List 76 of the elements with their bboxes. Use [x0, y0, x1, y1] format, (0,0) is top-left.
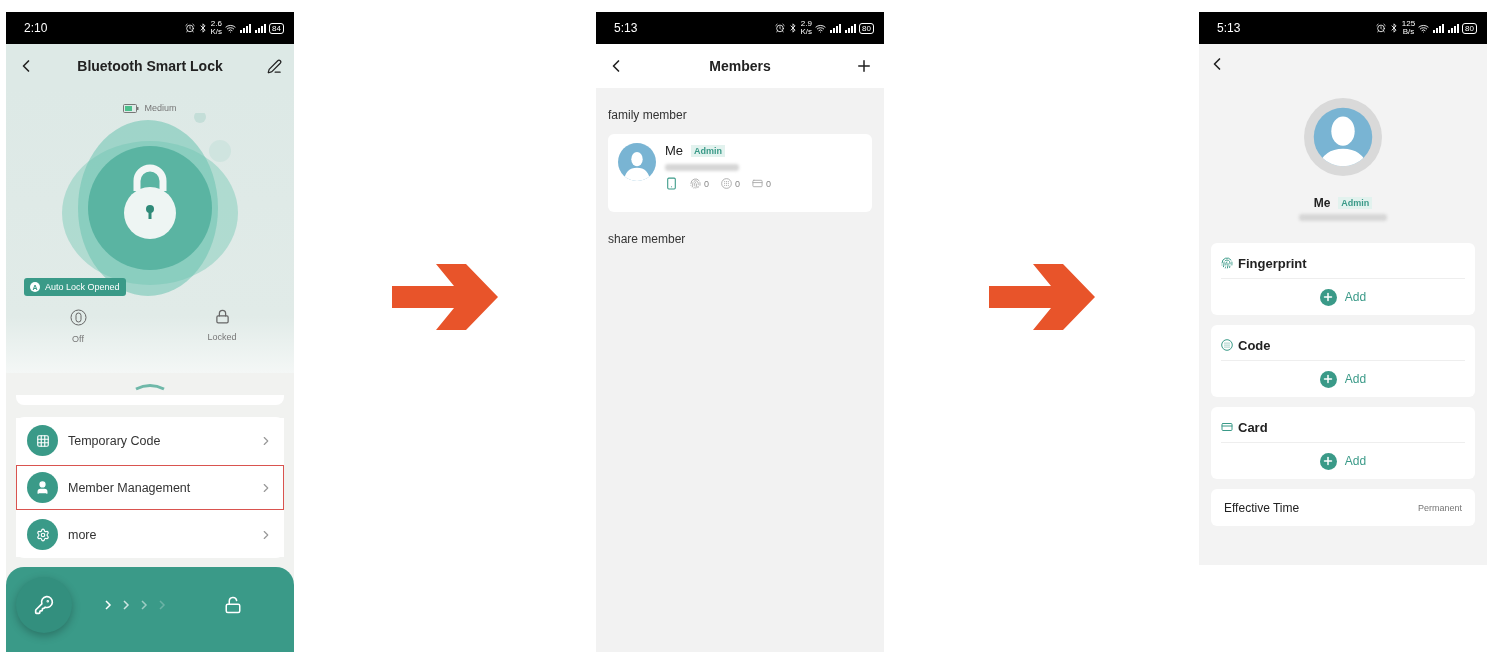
- setting-label: Effective Time: [1224, 500, 1300, 515]
- person-icon: [35, 480, 50, 495]
- clock-time: 5:13: [614, 21, 638, 35]
- section-title: share member: [607, 231, 687, 248]
- battery-level: 84: [269, 22, 284, 34]
- swipe-chevrons-icon: [102, 599, 166, 610]
- avatar-placeholder: [618, 143, 656, 181]
- battery-status: Medium: [144, 103, 177, 113]
- state-label: Off: [72, 334, 84, 344]
- gear-icon: [35, 527, 50, 542]
- wifi-icon: [815, 22, 827, 34]
- signal-icon: [844, 23, 857, 33]
- bluetooth-icon: [787, 23, 798, 33]
- screen-title: Bluetooth Smart Lock: [77, 58, 223, 74]
- credential-count: 0: [735, 178, 741, 189]
- alarm-icon: [774, 23, 785, 33]
- right-arrow-icon: [392, 264, 498, 330]
- key-icon: [34, 594, 54, 615]
- keypad-icon: [1221, 339, 1233, 351]
- bluetooth-icon: [1388, 23, 1399, 33]
- signal-icon: [254, 23, 267, 33]
- signal-icon: [829, 23, 842, 33]
- credential-title: Card: [1238, 419, 1268, 435]
- card-icon: [1221, 421, 1233, 433]
- badge-label: Auto Lock Opened: [45, 282, 120, 292]
- phone-icon: [665, 177, 678, 190]
- unlock-icon[interactable]: [224, 595, 242, 614]
- plus-icon: [1319, 452, 1337, 470]
- collapse-handle-icon[interactable]: [134, 383, 166, 391]
- key-button[interactable]: [16, 576, 72, 633]
- network-speed: 125 B/s: [1401, 20, 1416, 36]
- battery-level: 80: [1462, 22, 1477, 34]
- add-credential-button[interactable]: Add: [1313, 361, 1373, 397]
- plus-icon: [1319, 288, 1337, 306]
- wifi-icon: [225, 22, 237, 34]
- bluetooth-icon: [197, 23, 208, 33]
- role-tag: Admin: [1338, 197, 1373, 209]
- signal-icon: [1447, 23, 1460, 33]
- card-icon: [752, 178, 764, 189]
- sensor-icon: [69, 309, 87, 326]
- signal-icon: [239, 23, 252, 33]
- fingerprint-icon: [1221, 257, 1233, 269]
- signal-icon: [1432, 23, 1445, 33]
- effective-time-row[interactable]: Effective Time Permanent: [1211, 489, 1475, 526]
- section-title: family member: [607, 107, 688, 124]
- alarm-icon: [1375, 23, 1386, 33]
- member-name: Me: [665, 143, 684, 158]
- alarm-icon: [184, 23, 195, 33]
- role-tag: Admin: [691, 144, 726, 157]
- network-speed: 2.6 K/s: [210, 20, 223, 36]
- pen-icon: [266, 58, 282, 74]
- credential-count: 0: [704, 178, 709, 189]
- padlock-icon: [214, 309, 230, 324]
- clock-time: 2:10: [24, 21, 48, 35]
- menu-item[interactable]: Member Management: [16, 465, 284, 510]
- state-label: Locked: [207, 332, 237, 342]
- network-speed: 2.9 K/s: [800, 20, 813, 36]
- add-credential-button[interactable]: Add: [1313, 443, 1373, 479]
- credential-title: Code: [1238, 337, 1271, 353]
- grid-icon: [35, 433, 50, 448]
- battery-icon: [123, 103, 140, 113]
- right-arrow-icon: [988, 264, 1095, 330]
- member-name: Me: [1313, 196, 1331, 210]
- clock-time: 5:13: [1217, 21, 1241, 35]
- keypad-icon: [721, 178, 732, 189]
- credential-count: 0: [766, 178, 772, 189]
- credential-title: Fingerprint: [1238, 255, 1307, 271]
- plus-icon: [1319, 370, 1337, 388]
- setting-value: Permanent: [1417, 502, 1462, 513]
- wifi-icon: [1418, 22, 1430, 34]
- fingerprint-icon: [690, 178, 701, 189]
- member-card[interactable]: Me Admin 0 0 0: [608, 134, 872, 212]
- screen-title: Members: [709, 58, 771, 74]
- battery-level: 80: [859, 22, 874, 34]
- plus-icon: [855, 57, 873, 75]
- add-credential-button[interactable]: Add: [1313, 279, 1373, 315]
